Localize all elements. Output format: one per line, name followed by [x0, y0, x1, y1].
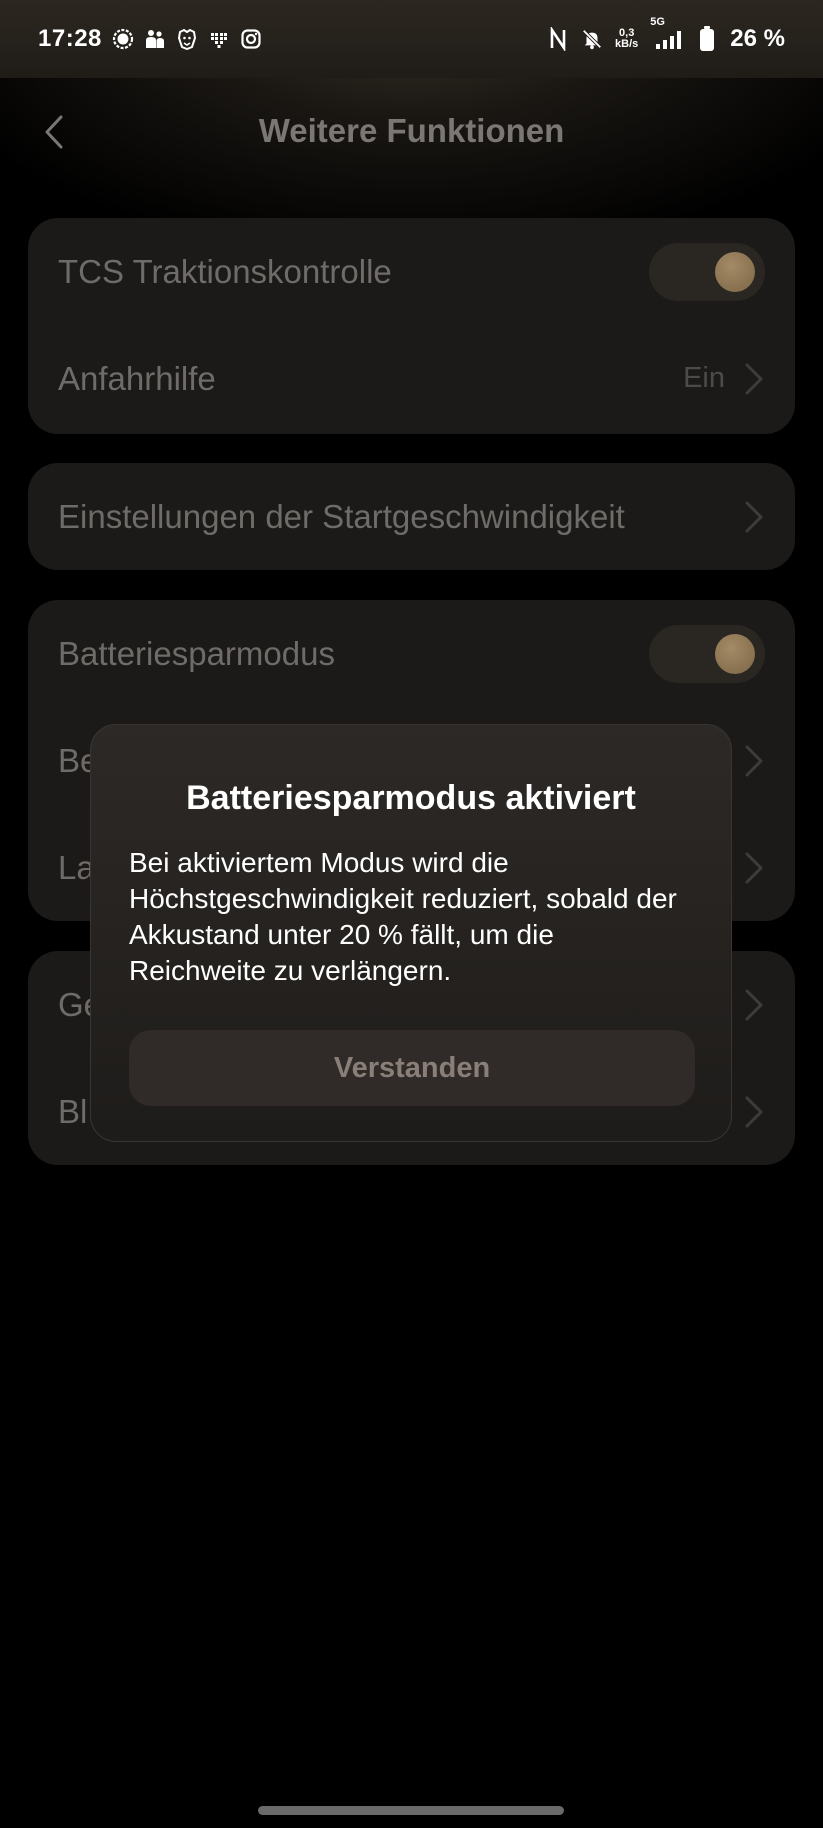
row-label: Batteriesparmodus [58, 634, 335, 672]
row-label: Einstellungen der Startgeschwindigkeit [58, 497, 625, 535]
lion-app-icon [176, 28, 198, 50]
status-time: 17:28 [38, 25, 102, 52]
people-icon [144, 28, 166, 50]
status-bar: 17:28 0,3 kB/s 5G 26 % [0, 0, 823, 78]
status-bar-right: 0,3 kB/s 5G 26 % [547, 16, 785, 53]
battery-saver-dialog: Batteriesparmodus aktiviert Bei aktivier… [90, 724, 732, 1142]
row-start-speed[interactable]: Einstellungen der Startgeschwindigkeit [28, 463, 795, 570]
dialog-body: Bei aktiviertem Modus wird die Höchstges… [129, 847, 677, 986]
card-traction: TCS Traktionskontrolle Anfahrhilfe Ein [28, 218, 795, 434]
chevron-right-icon [745, 989, 763, 1020]
row-right [743, 988, 765, 1022]
row-tcs: TCS Traktionskontrolle [28, 218, 795, 325]
network-type: 5G [650, 16, 665, 28]
row-right [743, 851, 765, 885]
home-indicator[interactable] [258, 1806, 564, 1815]
page-title: Weitere Funktionen [258, 112, 565, 149]
toggle-knob [715, 633, 755, 674]
row-right [649, 624, 765, 683]
chevron-right-icon [745, 852, 763, 883]
battery-icon [696, 26, 718, 51]
row-label: Anfahrhilfe [58, 359, 216, 397]
signal-messenger-icon [112, 28, 134, 50]
instagram-icon [240, 28, 262, 50]
toggle-knob [715, 251, 755, 292]
chevron-right-icon [745, 501, 763, 532]
net-speed-unit: kB/s [615, 38, 639, 50]
row-anfahrhilfe[interactable]: Anfahrhilfe Ein [28, 325, 795, 432]
chevron-right-icon [745, 1096, 763, 1127]
heart-pixel-icon [208, 28, 230, 50]
chevron-right-icon [745, 745, 763, 776]
row-label: TCS Traktionskontrolle [58, 252, 392, 290]
card-start-speed: Einstellungen der Startgeschwindigkeit [28, 463, 795, 570]
battery-percent: 26 % [730, 25, 785, 52]
row-right [743, 744, 765, 778]
net-speed: 0,3 kB/s [615, 28, 638, 50]
row-right [743, 500, 765, 534]
row-value: Ein [683, 362, 725, 394]
dialog-title: Batteriesparmodus aktiviert [186, 779, 636, 817]
row-right [649, 242, 765, 301]
chevron-right-icon [745, 363, 763, 394]
row-right: Ein [683, 362, 765, 396]
header: Weitere Funktionen [0, 90, 823, 174]
understood-button[interactable]: Verstanden [129, 1030, 695, 1106]
row-label: Bl [58, 1092, 88, 1130]
nfc-icon [547, 27, 569, 51]
battery-saver-toggle[interactable] [649, 624, 765, 683]
cell-signal-icon: 5G [650, 16, 684, 50]
tcs-toggle[interactable] [649, 242, 765, 301]
bell-muted-icon [581, 28, 603, 50]
row-battery-saver: Batteriesparmodus [28, 600, 795, 707]
status-bar-left: 17:28 [38, 25, 262, 53]
row-right [743, 1095, 765, 1129]
